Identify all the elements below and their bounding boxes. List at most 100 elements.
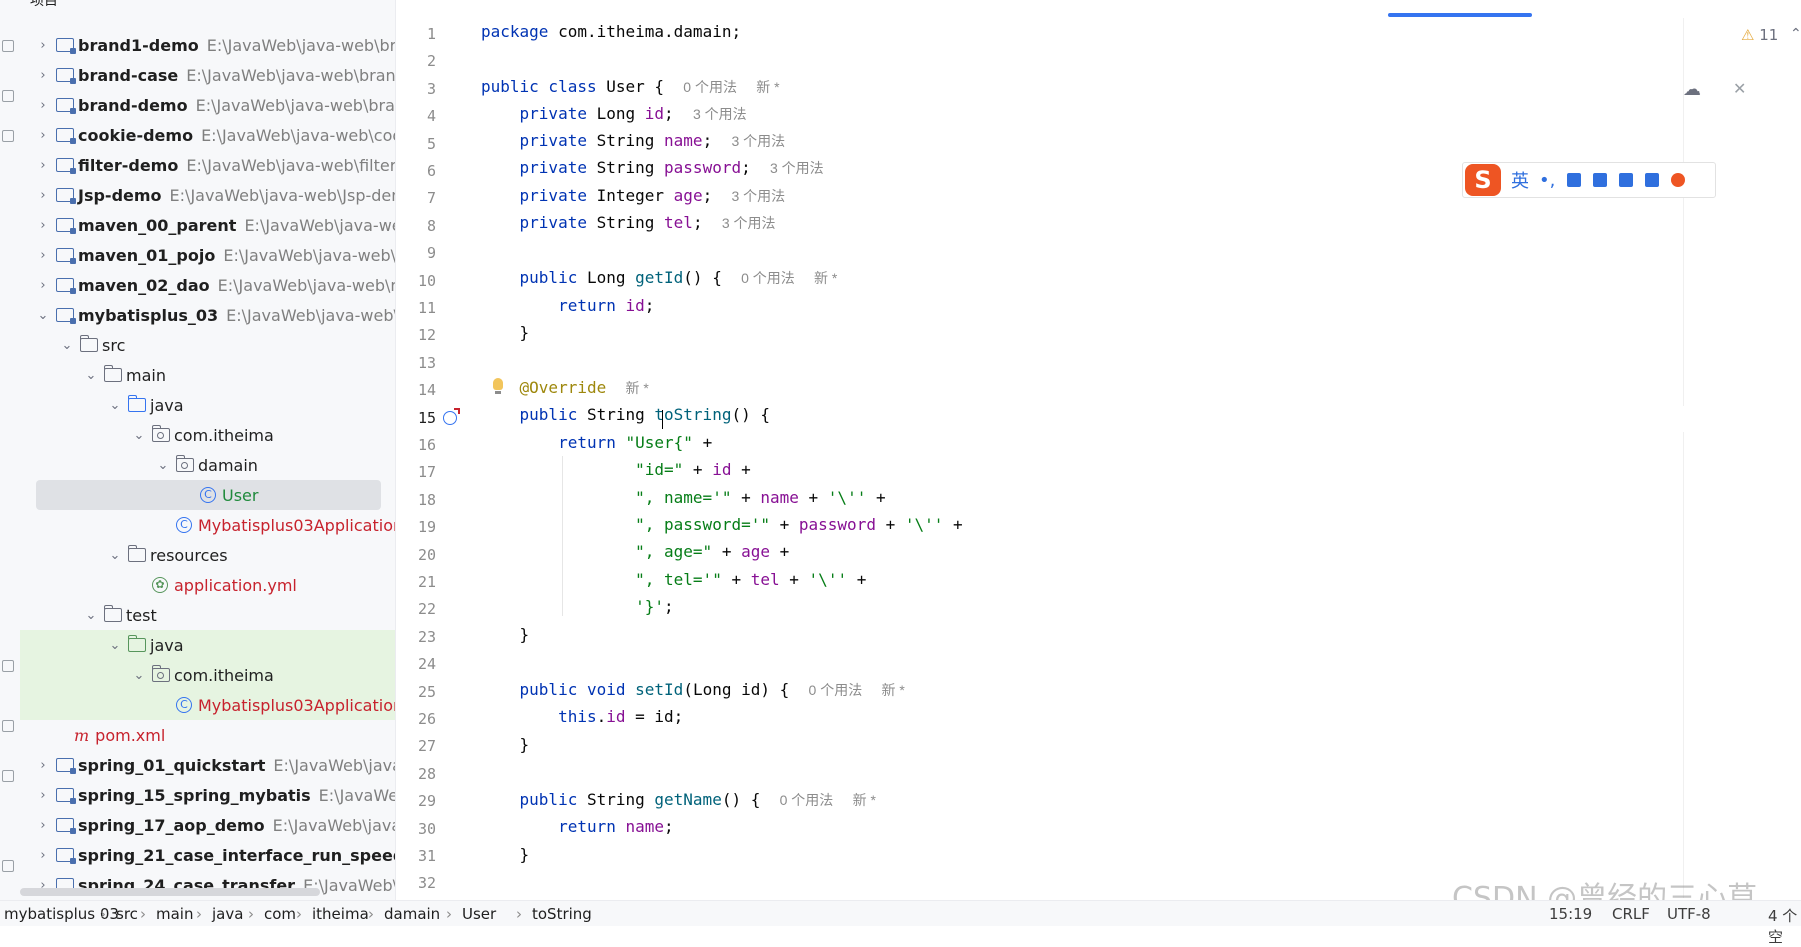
chevron-down-icon[interactable]: ⌄ [156,458,170,473]
chevron-right-icon[interactable]: › [36,848,50,863]
tree-item[interactable]: ⌄ resources [20,540,395,570]
chevron-right-icon[interactable]: › [36,758,50,773]
chevron-right-icon[interactable]: › [36,278,50,293]
tree-item[interactable]: ⌄ src [20,330,395,360]
code-line-11[interactable]: return id; [481,296,654,315]
tree-item[interactable]: ⌄ main [20,360,395,390]
tree-item[interactable]: › maven_00_parent E:\JavaWeb\java-web\m [20,210,395,240]
inspection-widget[interactable]: ⚠ 11 [1741,26,1778,44]
code-line-19[interactable]: ", password='" + password + '\'' + [481,515,963,534]
code-line-5[interactable]: private String name; 3 个用法 [481,131,786,151]
caret-position[interactable]: 15:19 [1549,905,1592,923]
code-line-16[interactable]: return "User{" + [481,433,712,452]
microphone-icon[interactable] [1567,173,1582,187]
chevron-right-icon[interactable]: › [36,68,50,83]
tree-item[interactable]: ⌄ damain [20,450,395,480]
breadcrumb-item[interactable]: src [116,905,138,923]
tree-item[interactable]: ⌄ com.itheima [20,660,395,690]
code-line-17[interactable]: "id=" + id + [481,460,751,479]
tree-item[interactable]: ✿ application.yml [20,570,395,600]
ime-punct-toggle[interactable]: •, [1539,170,1555,191]
chevron-right-icon[interactable]: › [36,188,50,203]
tree-item[interactable]: ⌄ com.itheima [20,420,395,450]
tree-item[interactable]: C Mybatisplus03Application [20,690,395,720]
code-line-21[interactable]: ", tel='" + tel + '\'' + [481,570,866,589]
chevron-right-icon[interactable]: › [36,218,50,233]
tree-item[interactable]: › maven_01_pojo E:\JavaWeb\java-web\mav [20,240,395,270]
code-line-10[interactable]: public Long getId() { 0 个用法 新 * [481,268,838,288]
code-line-6[interactable]: private String password; 3 个用法 [481,158,824,178]
tool-icon[interactable] [2,660,14,672]
tree-item[interactable]: › spring_01_quickstart E:\JavaWeb\java-web [20,750,395,780]
keyboard-icon[interactable] [1593,173,1608,187]
ime-language-toggle[interactable]: 英 [1511,167,1529,193]
close-icon[interactable]: ✕ [1733,79,1746,98]
line-separator[interactable]: CRLF [1612,905,1650,923]
tool-icon[interactable] [2,130,14,142]
tree-item[interactable]: › cookie-demo E:\JavaWeb\java-web\cookie [20,120,395,150]
tree-item[interactable]: C User [36,480,381,510]
tree-item[interactable]: › brand-case E:\JavaWeb\java-web\brand-c [20,60,395,90]
chevron-right-icon[interactable]: › [36,128,50,143]
chevron-right-icon[interactable]: › [36,98,50,113]
skin-icon[interactable] [1619,173,1634,187]
chevron-up-icon[interactable]: ⌃ [1790,26,1801,42]
tree-item[interactable]: › Jsp-demo E:\JavaWeb\java-web\Jsp-demo [20,180,395,210]
ai-assistant-icon[interactable]: ☁ [1683,79,1701,100]
code-line-14[interactable]: @Override 新 * [481,378,649,398]
chevron-right-icon[interactable]: › [36,818,50,833]
breadcrumb-item[interactable]: java [212,905,243,923]
breadcrumb-item[interactable]: damain [384,905,440,923]
sogou-logo[interactable]: S [1465,164,1501,196]
tree-item[interactable]: › spring_15_spring_mybatis E:\JavaWeb\java [20,780,395,810]
code-line-27[interactable]: } [481,735,530,754]
breadcrumb-item[interactable]: main [156,905,193,923]
code-line-7[interactable]: private Integer age; 3 个用法 [481,186,786,206]
code-line-31[interactable]: } [481,845,530,864]
chevron-down-icon[interactable]: ⌄ [84,608,98,623]
tree-item[interactable]: ⌄ mybatisplus_03 E:\JavaWeb\java-web\myb [20,300,395,330]
code-line-18[interactable]: ", name='" + name + '\'' + [481,488,885,507]
chevron-right-icon[interactable]: › [36,158,50,173]
code-line-26[interactable]: this.id = id; [481,707,683,726]
code-line-1[interactable]: package com.itheima.damain; [481,22,741,41]
tree-item[interactable]: › filter-demo E:\JavaWeb\java-web\filter-d… [20,150,395,180]
breadcrumb-item[interactable]: User [462,905,496,923]
chevron-down-icon[interactable]: ⌄ [132,428,146,443]
code-line-29[interactable]: public String getName() { 0 个用法 新 * [481,790,876,810]
tree-item[interactable]: › maven_02_dao E:\JavaWeb\java-web\mav [20,270,395,300]
chevron-down-icon[interactable]: ⌄ [108,548,122,563]
tool-icon[interactable] [2,770,14,782]
tree-item[interactable]: m pom.xml [20,720,395,750]
tool-icon[interactable] [2,720,14,732]
editor-tabs[interactable] [396,0,1801,18]
breadcrumb-item[interactable]: toString [532,905,592,923]
chevron-down-icon[interactable]: ⌄ [84,368,98,383]
breadcrumb-item[interactable]: itheima [312,905,369,923]
assistant-icon[interactable] [1671,173,1686,187]
code-line-15[interactable]: public String toString() { [481,405,770,424]
tool-icon[interactable] [2,860,14,872]
code-line-12[interactable]: } [481,323,530,342]
chevron-right-icon[interactable]: › [36,788,50,803]
tree-item[interactable]: › brand-demo E:\JavaWeb\java-web\brand- [20,90,395,120]
file-encoding[interactable]: UTF-8 [1667,905,1711,923]
code-line-3[interactable]: public class User { 0 个用法 新 * [481,77,780,97]
chevron-right-icon[interactable]: › [36,248,50,263]
override-method-icon[interactable] [443,408,460,425]
code-line-22[interactable]: '}'; [481,597,674,616]
code-line-30[interactable]: return name; [481,817,674,836]
tool-icon[interactable] [2,40,14,52]
chevron-down-icon[interactable]: ⌄ [60,338,74,353]
chevron-down-icon[interactable]: ⌄ [132,668,146,683]
tree-item[interactable]: › brand1-demo E:\JavaWeb\java-web\brand [20,30,395,60]
tree-item[interactable]: ⌄ test [20,600,395,630]
tool-icon[interactable] [2,90,14,102]
chevron-right-icon[interactable]: › [36,38,50,53]
code-line-4[interactable]: private Long id; 3 个用法 [481,104,747,124]
breadcrumb-item[interactable]: com [264,905,296,923]
code-line-23[interactable]: } [481,625,530,644]
tree-item[interactable]: ⌄ java [20,630,395,660]
code-line-25[interactable]: public void setId(Long id) { 0 个用法 新 * [481,680,905,700]
code-line-8[interactable]: private String tel; 3 个用法 [481,213,776,233]
